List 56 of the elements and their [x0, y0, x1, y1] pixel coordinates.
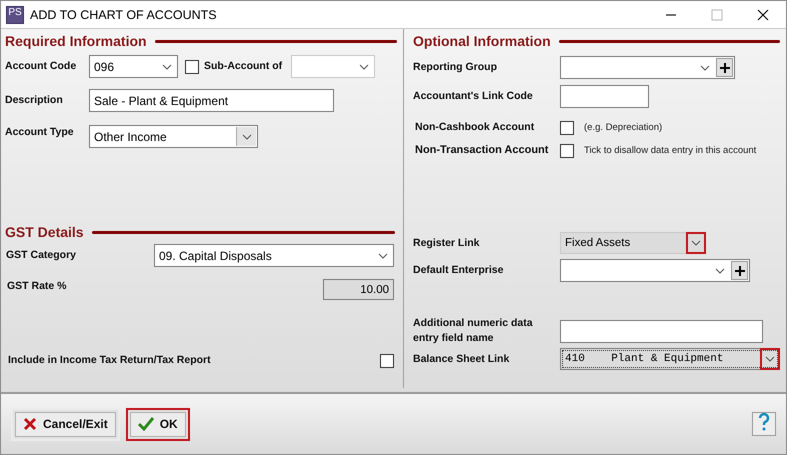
window-title: ADD TO CHART OF ACCOUNTS	[30, 8, 218, 22]
field-label: Register Link	[413, 236, 481, 250]
checkbox[interactable]	[560, 144, 574, 158]
plus-icon[interactable]	[716, 58, 733, 77]
chevron-down-icon	[700, 64, 710, 70]
chevron-down-icon	[378, 252, 388, 258]
chevron-down-icon	[715, 268, 725, 274]
question-mark-icon	[757, 413, 771, 431]
help-button[interactable]	[752, 412, 776, 436]
chevron-down-icon	[242, 134, 252, 140]
chevron-down-icon	[162, 64, 172, 70]
section-heading: Optional Information	[413, 33, 551, 49]
checkbox[interactable]	[380, 354, 394, 368]
field-label: Non-Cashbook Account	[414, 120, 536, 135]
plus-icon[interactable]	[731, 261, 748, 280]
link-code-field[interactable]	[560, 85, 649, 108]
checkbox[interactable]	[185, 60, 199, 74]
hint-text: (e.g. Depreciation)	[584, 122, 662, 133]
field-label: Non-Transaction Account	[414, 143, 550, 158]
account-type-dropdown[interactable]: Other Income	[89, 125, 258, 148]
close-icon[interactable]	[757, 8, 769, 20]
gst-rate-field[interactable]: 10.00	[323, 279, 394, 300]
balance-sheet-link-dropdown[interactable]: 410 Plant & Equipment	[560, 348, 780, 370]
gst-category-dropdown[interactable]: 09. Capital Disposals	[154, 244, 394, 267]
account-code-dropdown[interactable]: 096	[89, 55, 178, 78]
field-label: GST Category	[5, 248, 78, 263]
field-label: GST Rate %	[6, 279, 68, 294]
description-field[interactable]: Sale - Plant & Equipment	[89, 89, 334, 112]
field-label: Default Enterprise	[413, 263, 504, 278]
field-label: Additional numeric data entry field name	[413, 316, 534, 346]
field-label: Include in Income Tax Return/Tax Report	[7, 353, 212, 368]
field-label: Account Type	[5, 125, 75, 140]
chevron-down-icon	[765, 356, 775, 362]
dropdown-button[interactable]	[760, 348, 780, 370]
field-label: Accountant's Link Code	[413, 89, 534, 104]
field-label: Reporting Group	[413, 60, 498, 75]
chevron-down-icon	[359, 64, 369, 70]
reporting-group-dropdown[interactable]	[560, 56, 735, 79]
app-icon: PS	[6, 6, 24, 24]
checkbox[interactable]	[560, 120, 574, 134]
section-heading: GST Details	[5, 224, 84, 240]
field-label: Account Code	[5, 59, 78, 74]
additional-field-input[interactable]	[560, 320, 763, 342]
hint-text: Tick to disallow data entry in this account	[584, 145, 756, 156]
chevron-down-icon	[691, 240, 701, 246]
cancel-button[interactable]: Cancel/Exit	[11, 408, 120, 440]
checkbox-label: Sub-Account of	[203, 59, 284, 74]
checkmark-icon	[138, 417, 154, 431]
cross-icon	[23, 417, 37, 431]
field-label: Balance Sheet Link	[413, 352, 510, 366]
section-heading: Required Information	[5, 33, 147, 49]
ok-button[interactable]: OK	[126, 408, 190, 440]
register-link-dropdown[interactable]: Fixed Assets	[560, 232, 706, 254]
default-enterprise-dropdown[interactable]	[560, 259, 750, 282]
field-label: Description	[5, 93, 64, 108]
dropdown-button[interactable]	[686, 232, 706, 254]
